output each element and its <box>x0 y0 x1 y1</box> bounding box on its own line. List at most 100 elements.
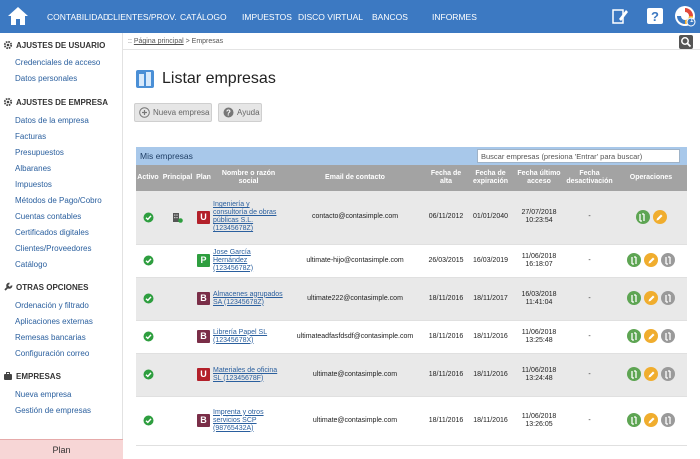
company-name-link[interactable]: Ingeniería y consultoría de obras públic… <box>213 201 284 233</box>
alta-cell: 18/11/2016 <box>425 320 467 354</box>
deactivate-company-button[interactable] <box>661 253 675 268</box>
nav-catalogo[interactable]: CATÁLOGO <box>180 12 227 22</box>
select-company-button[interactable] <box>627 291 641 306</box>
column-header[interactable]: Principal <box>160 165 195 191</box>
principal-cell <box>160 191 195 245</box>
ultimo-acceso-cell: 11/06/2018 16:18:07 <box>514 244 564 278</box>
edit-company-button[interactable] <box>644 367 658 382</box>
plan-cell: B <box>195 320 212 354</box>
column-header[interactable]: Activo <box>136 165 160 191</box>
email-cell: ultimate222@contasimple.com <box>285 277 425 321</box>
briefcase-icon <box>4 372 12 380</box>
switch-icon <box>630 332 639 341</box>
alta-cell: 26/03/2015 <box>425 244 467 278</box>
ultimo-acceso-cell: 11/06/2018 13:26:05 <box>514 396 564 446</box>
active-cell <box>136 244 160 278</box>
edit-document-icon[interactable] <box>610 6 630 26</box>
email-cell: contacto@contasimple.com <box>285 191 425 245</box>
sidebar-item-datos-personales[interactable]: Datos personales <box>15 74 77 83</box>
edit-company-button[interactable] <box>652 210 667 224</box>
edit-company-button[interactable] <box>644 291 658 306</box>
sidebar-item-remesas[interactable]: Remesas bancarias <box>15 333 86 342</box>
sidebar-item-facturas[interactable]: Facturas <box>15 132 46 141</box>
sidebar-item-clientes-proveedores[interactable]: Clientes/Proveedores <box>15 244 91 253</box>
ultimo-acceso-cell: 11/06/2018 13:24:48 <box>514 353 564 397</box>
select-company-button[interactable] <box>635 210 650 224</box>
sidebar-item-datos-empresa[interactable]: Datos de la empresa <box>15 116 89 125</box>
breadcrumb-home-link[interactable]: Página principal <box>134 38 184 45</box>
name-cell: Librería Papel SL (12345678X) <box>212 320 285 354</box>
sidebar-item-albaranes[interactable]: Albaranes <box>15 164 51 173</box>
ultimo-acceso-cell: 11/06/2018 13:25:48 <box>514 320 564 354</box>
company-name-link[interactable]: Jose García Hernández (12345678Z) <box>213 249 284 273</box>
help-icon[interactable]: ? <box>645 6 665 26</box>
column-header[interactable]: Nombre o razón social <box>212 165 285 191</box>
sidebar-item-presupuestos[interactable]: Presupuestos <box>15 148 64 157</box>
nav-contabilidad[interactable]: CONTABILIDAD <box>47 12 109 22</box>
desactivacion-cell: - <box>564 191 615 245</box>
name-cell: Almacenes agrupados SA (12345678Z) <box>212 277 285 321</box>
sidebar-item-metodos-pago[interactable]: Métodos de Pago/Cobro <box>15 196 102 205</box>
plan-badge: U <box>197 368 210 381</box>
name-cell: Ingeniería y consultoría de obras públic… <box>212 191 285 245</box>
sidebar-item-credenciales[interactable]: Credenciales de acceso <box>15 58 100 67</box>
column-header[interactable]: Email de contacto <box>285 165 425 191</box>
breadcrumb: :: Página principal > Empresas <box>128 38 224 45</box>
edit-company-button[interactable] <box>644 413 658 428</box>
nav-clientes-prov[interactable]: CLIENTES/PROV. <box>107 12 177 22</box>
sidebar-item-gestion-empresas[interactable]: Gestión de empresas <box>15 406 91 415</box>
sidebar-item-ordenacion[interactable]: Ordenación y filtrado <box>15 301 89 310</box>
edit-company-button[interactable] <box>644 253 658 268</box>
deactivate-company-button[interactable] <box>661 329 675 344</box>
table-row: U Ingeniería y consultoría de obras públi… <box>136 191 687 245</box>
ultimo-acceso-cell: 27/07/2018 10:23:54 <box>514 191 564 245</box>
company-name-link[interactable]: Materiales de oficina SL (12345678F) <box>213 367 284 383</box>
power-icon <box>664 294 673 303</box>
active-cell <box>136 191 160 245</box>
select-company-button[interactable] <box>627 413 641 428</box>
help-button[interactable]: ? Ayuda <box>218 103 262 122</box>
sidebar-item-impuestos[interactable]: Impuestos <box>15 180 52 189</box>
nav-informes[interactable]: INFORMES <box>432 12 477 22</box>
plan-cell: U <box>195 191 212 245</box>
deactivate-company-button[interactable] <box>661 413 675 428</box>
sidebar-item-aplicaciones[interactable]: Aplicaciones externas <box>15 317 93 326</box>
power-icon <box>664 370 673 379</box>
help-circle-icon: ? <box>223 107 234 118</box>
deactivate-company-button[interactable] <box>661 291 675 306</box>
home-icon[interactable] <box>6 5 30 27</box>
nav-impuestos[interactable]: IMPUESTOS <box>242 12 292 22</box>
edit-company-button[interactable] <box>644 329 658 344</box>
active-cell <box>136 396 160 446</box>
nav-disco-virtual[interactable]: DISCO VIRTUAL <box>298 12 363 22</box>
column-header[interactable]: Fecha desactivación <box>564 165 615 191</box>
global-search-button[interactable] <box>679 35 693 49</box>
company-name-link[interactable]: Almacenes agrupados SA (12345678Z) <box>213 291 284 307</box>
plan-button[interactable]: Plan <box>0 439 123 459</box>
column-header[interactable]: Fecha de expiración <box>467 165 514 191</box>
breadcrumb-current: Empresas <box>191 38 224 45</box>
nav-bancos[interactable]: BANCOS <box>372 12 408 22</box>
check-circle-icon <box>143 212 153 223</box>
company-name-link[interactable]: Librería Papel SL (12345678X) <box>213 329 284 345</box>
sidebar-item-nueva-empresa[interactable]: Nueva empresa <box>15 390 71 399</box>
name-cell: Jose García Hernández (12345678Z) <box>212 244 285 278</box>
select-company-button[interactable] <box>627 367 641 382</box>
column-header[interactable]: Fecha de alta <box>425 165 467 191</box>
sidebar-item-cuentas-contables[interactable]: Cuentas contables <box>15 212 81 221</box>
deactivate-company-button[interactable] <box>661 367 675 382</box>
table-row: B Imprenta y otros servicios SCP (9876543… <box>136 396 687 446</box>
plan-cell: U <box>195 353 212 397</box>
company-search-input[interactable] <box>477 149 680 163</box>
company-name-link[interactable]: Imprenta y otros servicios SCP (98765432… <box>213 409 284 433</box>
sidebar-item-catalogo[interactable]: Catálogo <box>15 260 47 269</box>
new-company-button[interactable]: Nueva empresa <box>134 103 212 122</box>
sidebar-item-configuracion-correo[interactable]: Configuración correo <box>15 349 89 358</box>
email-cell: ultimate@contasimple.com <box>285 353 425 397</box>
column-header[interactable]: Plan <box>195 165 212 191</box>
select-company-button[interactable] <box>627 329 641 344</box>
sidebar-item-certificados[interactable]: Certificados digitales <box>15 228 89 237</box>
column-header[interactable]: Fecha último acceso <box>514 165 564 191</box>
principal-cell <box>160 396 195 446</box>
select-company-button[interactable] <box>627 253 641 268</box>
